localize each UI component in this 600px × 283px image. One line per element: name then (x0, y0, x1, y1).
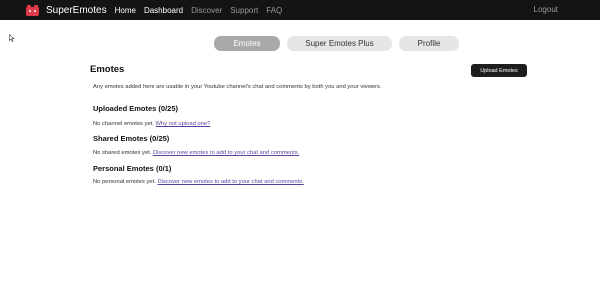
tab-super-emotes-plus[interactable]: Super Emotes Plus (287, 36, 392, 51)
logo-icon (26, 4, 39, 16)
nav-links: Home Dashboard Discover Support FAQ (115, 6, 291, 15)
page-description: Any emotes added here are usable in your… (93, 84, 382, 90)
brand-name[interactable]: SuperEmotes (46, 5, 107, 16)
nav-link-discover[interactable]: Discover (191, 6, 222, 15)
personal-emotes-empty-text: No personal emotes yet. (93, 179, 156, 185)
uploaded-emotes-heading: Uploaded Emotes (0/25) (93, 104, 179, 113)
logout-link[interactable]: Logout (534, 5, 558, 14)
personal-emotes-heading: Personal Emotes (0/1) (93, 164, 172, 173)
nav-link-home[interactable]: Home (115, 6, 136, 15)
dashboard-tabs: Emotes Super Emotes Plus Profile (0, 36, 600, 51)
discover-emotes-link-personal[interactable]: Discover new emotes to add to your chat … (157, 179, 303, 185)
brand[interactable]: SuperEmotes (26, 4, 107, 16)
page-title: Emotes (90, 64, 125, 75)
nav-link-support[interactable]: Support (230, 6, 258, 15)
upload-one-link[interactable]: Why not upload one? (156, 121, 211, 127)
uploaded-emotes-status: No channel emotes yet. Why not upload on… (93, 121, 210, 127)
shared-emotes-heading: Shared Emotes (0/25) (93, 134, 170, 143)
tab-emotes[interactable]: Emotes (214, 36, 280, 51)
tab-profile[interactable]: Profile (399, 36, 459, 51)
upload-emotes-button[interactable]: Upload Emotes (471, 64, 527, 77)
nav-link-faq[interactable]: FAQ (266, 6, 282, 15)
personal-emotes-status: No personal emotes yet. Discover new emo… (93, 179, 304, 185)
discover-emotes-link-shared[interactable]: Discover new emotes to add to your chat … (153, 150, 299, 156)
nav-link-dashboard[interactable]: Dashboard (144, 6, 183, 15)
uploaded-emotes-empty-text: No channel emotes yet. (93, 121, 154, 127)
shared-emotes-empty-text: No shared emotes yet. (93, 150, 152, 156)
shared-emotes-status: No shared emotes yet. Discover new emote… (93, 150, 299, 156)
top-navbar: SuperEmotes Home Dashboard Discover Supp… (0, 0, 600, 20)
